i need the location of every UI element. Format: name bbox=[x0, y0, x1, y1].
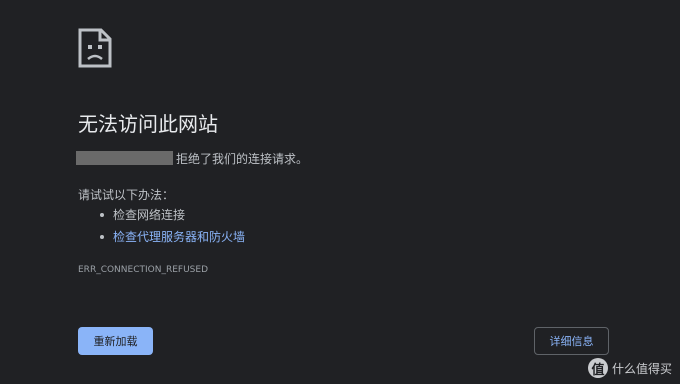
watermark-logo-icon: 值 bbox=[587, 358, 608, 378]
watermark: 值 什么值得买 bbox=[587, 358, 672, 378]
suggestion-label: 检查网络连接 bbox=[113, 208, 186, 222]
suggestions-list: 检查网络连接 检查代理服务器和防火墙 bbox=[98, 206, 245, 250]
error-code: ERR_CONNECTION_REFUSED bbox=[78, 265, 208, 275]
page-title: 无法访问此网站 bbox=[78, 112, 218, 136]
error-page: 无法访问此网站 拒绝了我们的连接请求。 请试试以下办法： 检查网络连接 检查代理… bbox=[0, 0, 680, 384]
suggestion-check-network: 检查网络连接 bbox=[98, 206, 245, 228]
suggestion-check-proxy-firewall[interactable]: 检查代理服务器和防火墙 bbox=[98, 228, 245, 250]
error-message: 拒绝了我们的连接请求。 bbox=[76, 150, 308, 166]
sad-page-icon bbox=[78, 28, 112, 68]
bullet-icon bbox=[100, 213, 104, 217]
reload-button[interactable]: 重新加载 bbox=[78, 327, 153, 355]
error-message-text: 拒绝了我们的连接请求。 bbox=[176, 151, 309, 166]
suggestions-heading: 请试试以下办法： bbox=[78, 188, 175, 202]
watermark-text: 什么值得买 bbox=[611, 361, 672, 376]
details-button[interactable]: 详细信息 bbox=[534, 327, 609, 355]
check-proxy-firewall-link[interactable]: 检查代理服务器和防火墙 bbox=[113, 230, 245, 244]
redacted-hostname bbox=[76, 151, 173, 165]
bullet-icon bbox=[100, 235, 104, 239]
